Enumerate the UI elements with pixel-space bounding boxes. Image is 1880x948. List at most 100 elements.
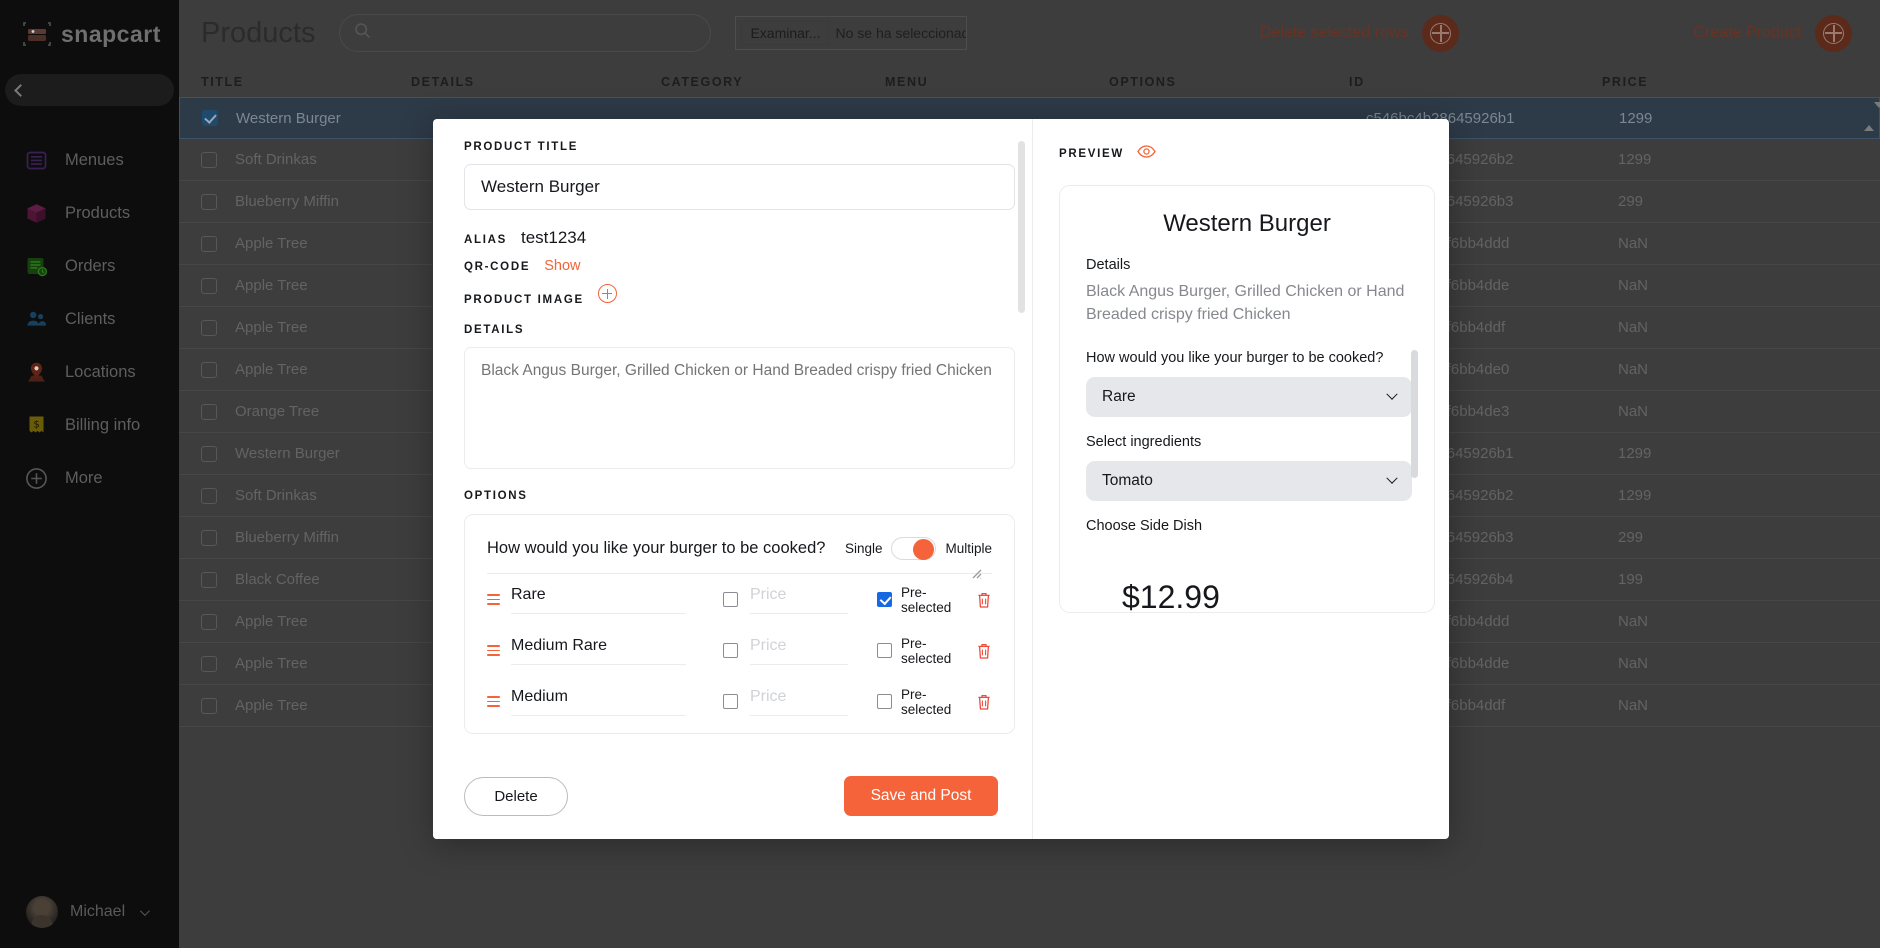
option-name-input[interactable] xyxy=(511,585,686,614)
drag-handle-icon[interactable] xyxy=(487,594,500,605)
delete-selected-rows-label: Delete selected rows xyxy=(1259,24,1409,41)
row-checkbox[interactable] xyxy=(201,487,217,504)
user-menu[interactable]: Michael xyxy=(0,896,179,928)
create-product-button[interactable]: Create Product xyxy=(1693,14,1852,52)
table-scrollbar[interactable] xyxy=(1864,102,1880,748)
cell-price: 1299 xyxy=(1618,445,1652,462)
row-checkbox[interactable] xyxy=(201,697,217,714)
cell-price: NaN xyxy=(1618,655,1649,672)
option-price-input[interactable] xyxy=(750,687,848,716)
qr-code-show-link[interactable]: Show xyxy=(544,258,580,274)
preview-scrollbar[interactable] xyxy=(1411,350,1418,478)
preselected-label: Pre-selected xyxy=(901,686,952,717)
column-header-options[interactable]: OPTIONS xyxy=(1109,75,1349,89)
row-checkbox[interactable] xyxy=(201,403,217,420)
drag-handle-icon[interactable] xyxy=(487,696,500,707)
receipt-dollar-icon: $ xyxy=(24,413,49,438)
sidebar-item-products[interactable]: Products xyxy=(0,187,179,240)
column-header-id[interactable]: ID xyxy=(1349,75,1602,89)
sidebar-item-clients[interactable]: Clients xyxy=(0,293,179,346)
sidebar-item-orders[interactable]: Orders xyxy=(0,240,179,293)
row-checkbox[interactable] xyxy=(202,110,218,126)
row-checkbox[interactable] xyxy=(201,529,217,546)
scroll-down-icon[interactable] xyxy=(1874,102,1880,125)
product-title-input[interactable] xyxy=(464,164,1015,210)
column-header-price[interactable]: PRICE xyxy=(1602,75,1802,89)
option-mode-toggle[interactable]: Single Multiple xyxy=(845,537,992,560)
plus-circle-icon[interactable] xyxy=(1815,14,1852,52)
preview-label: PREVIEW xyxy=(1059,148,1124,160)
row-checkbox[interactable] xyxy=(201,655,217,672)
sidebar-item-more[interactable]: More xyxy=(0,452,179,505)
preview-select-1[interactable]: Rare xyxy=(1086,377,1412,418)
option-price-checkbox[interactable] xyxy=(723,643,738,658)
svg-text:$: $ xyxy=(33,420,39,431)
preselected-checkbox[interactable] xyxy=(877,592,892,607)
option-row[interactable]: Pre-selected xyxy=(487,574,992,625)
row-checkbox[interactable] xyxy=(201,319,217,336)
mode-switch[interactable] xyxy=(891,537,937,560)
preselected-control[interactable]: Pre-selected xyxy=(877,585,976,615)
search-input[interactable] xyxy=(379,25,697,41)
preselected-checkbox[interactable] xyxy=(877,694,892,709)
option-price-checkbox[interactable] xyxy=(723,592,738,607)
row-checkbox[interactable] xyxy=(201,613,217,630)
row-checkbox[interactable] xyxy=(201,571,217,588)
add-circle-icon[interactable] xyxy=(597,284,617,303)
cell-title: Western Burger xyxy=(236,109,341,127)
option-name-input[interactable] xyxy=(511,687,686,716)
option-price-input[interactable] xyxy=(750,585,848,614)
browse-button[interactable]: Examinar... xyxy=(741,21,830,45)
trash-icon[interactable] xyxy=(976,591,992,609)
row-checkbox[interactable] xyxy=(201,151,217,168)
sidebar-item-menues[interactable]: Menues xyxy=(0,134,179,187)
row-checkbox[interactable] xyxy=(201,445,217,462)
qr-code-row: QR-CODE Show xyxy=(464,258,1004,274)
modal-footer: Delete Save and Post xyxy=(433,753,1032,839)
option-group-header: Single Multiple xyxy=(487,537,992,574)
option-row[interactable]: Pre-selected xyxy=(487,625,992,676)
trash-icon[interactable] xyxy=(976,642,992,660)
option-price-checkbox[interactable] xyxy=(723,694,738,709)
save-and-post-button[interactable]: Save and Post xyxy=(844,776,998,816)
scroll-up-icon[interactable] xyxy=(1864,108,1874,131)
cell-title: Blueberry Miffin xyxy=(235,529,339,546)
row-checkbox[interactable] xyxy=(201,277,217,294)
preselected-control[interactable]: Pre-selected xyxy=(877,636,976,666)
column-header-menu[interactable]: MENU xyxy=(885,75,1109,89)
preview-card: Western Burger Details Black Angus Burge… xyxy=(1059,185,1435,613)
row-checkbox[interactable] xyxy=(201,235,217,252)
preview-select-2[interactable]: Tomato xyxy=(1086,461,1412,502)
row-checkbox[interactable] xyxy=(201,361,217,378)
snapcart-logo-icon xyxy=(22,21,52,47)
preselected-label: Pre-selected xyxy=(901,635,952,666)
delete-button[interactable]: Delete xyxy=(464,776,568,816)
details-textarea[interactable] xyxy=(464,347,1015,469)
sidebar-item-billing-info[interactable]: $ Billing info xyxy=(0,399,179,452)
eye-icon[interactable] xyxy=(1137,145,1156,163)
preselected-control[interactable]: Pre-selected xyxy=(877,687,976,717)
trash-icon[interactable] xyxy=(976,693,992,711)
option-row[interactable]: Pre-selected xyxy=(487,676,992,727)
sidebar-item-locations[interactable]: Locations xyxy=(0,346,179,399)
sidebar-collapse-button[interactable] xyxy=(5,74,174,106)
drag-handle-icon[interactable] xyxy=(487,645,500,656)
avatar xyxy=(26,896,58,928)
option-name-input[interactable] xyxy=(511,636,686,665)
preselected-checkbox[interactable] xyxy=(877,643,892,658)
plus-circle-icon[interactable] xyxy=(1422,14,1460,52)
column-header-details[interactable]: DETAILS xyxy=(411,75,661,89)
sidebar-nav: Menues Products Orders Clients Locations… xyxy=(0,134,179,505)
create-product-label: Create Product xyxy=(1693,24,1801,41)
column-header-category[interactable]: CATEGORY xyxy=(661,75,885,89)
option-price-input[interactable] xyxy=(750,636,848,665)
search-box[interactable] xyxy=(339,14,712,52)
file-upload-control[interactable]: Examinar... No se ha seleccionado ningún… xyxy=(735,16,968,50)
delete-selected-rows-button[interactable]: Delete selected rows xyxy=(1259,14,1460,52)
sidebar-item-label: Locations xyxy=(65,363,136,381)
column-header-title[interactable]: TITLE xyxy=(201,75,411,89)
modal-form-panel: PRODUCT TITLE ALIAS test1234 QR-CODE Sho… xyxy=(433,119,1033,839)
row-checkbox[interactable] xyxy=(201,193,217,210)
option-question-input[interactable] xyxy=(487,539,831,558)
modal-form-scrollbar[interactable] xyxy=(1018,141,1025,313)
